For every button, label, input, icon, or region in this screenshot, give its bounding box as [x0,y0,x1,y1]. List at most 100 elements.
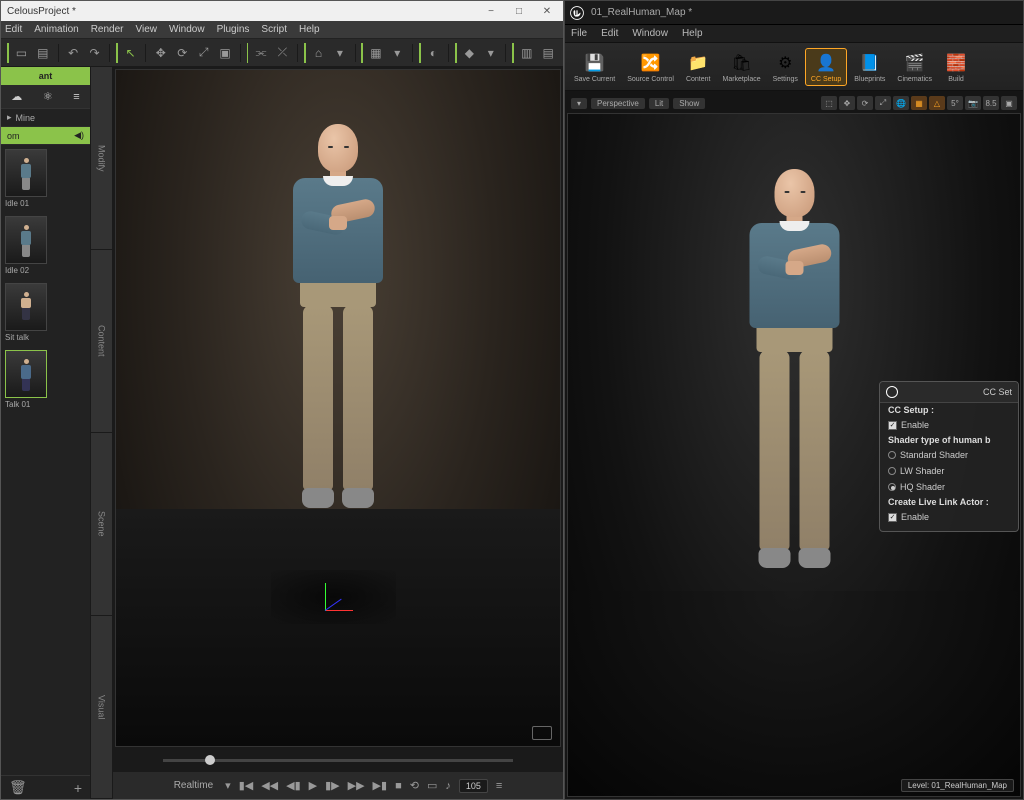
transform-rotate-icon[interactable]: ⟳ [857,96,873,110]
play-icon[interactable]: ▶ [309,779,317,792]
record-icon[interactable]: ▭ [427,779,437,792]
blueprints-button[interactable]: 📘Blueprints [849,49,890,85]
snap-angle-icon[interactable]: △ [929,96,945,110]
menu-view[interactable]: View [136,24,158,35]
shader-option-standard[interactable]: Standard Shader [880,447,1018,463]
frame-field[interactable]: 105 [459,779,488,793]
angle-snap-value[interactable]: 5° [947,96,963,110]
transform-scale-icon[interactable]: ⤢ [875,96,891,110]
menu-help[interactable]: Help [299,24,320,35]
viewport-options-button[interactable]: ▾ [571,98,587,109]
save-icon[interactable]: ▤ [34,43,51,63]
stop-icon[interactable]: ■ [395,780,402,792]
coord-space-icon[interactable]: 🌐 [893,96,909,110]
light-icon[interactable]: ◐ [425,43,442,63]
tab-scene[interactable]: Scene [91,433,112,616]
message-icon[interactable] [532,726,552,740]
wireframe-icon[interactable]: ▥ [518,43,535,63]
next-frame-icon[interactable]: ▶▶ [348,779,365,792]
menu-help[interactable]: Help [682,28,703,39]
show-dropdown[interactable]: Show [673,98,705,109]
prev-frame-icon[interactable]: ◀◀ [261,779,278,792]
shader-option-hq[interactable]: HQ Shader [880,479,1018,495]
cloud-icon[interactable]: ☁ [11,90,22,103]
source-control-button[interactable]: 🔀Source Control [622,49,679,85]
menu-file[interactable]: File [571,28,587,39]
last-frame-icon[interactable]: ▶▮ [373,779,388,792]
gizmo-x-axis[interactable] [325,610,353,611]
gizmo-y-axis[interactable] [325,583,326,611]
shader-option-lw[interactable]: LW Shader [880,463,1018,479]
menu-script[interactable]: Script [261,24,287,35]
first-frame-icon[interactable]: ▮◀ [239,779,254,792]
list-item[interactable]: Idle 01 [5,149,86,208]
cc-setup-button[interactable]: 👤CC Setup [805,48,847,86]
marketplace-button[interactable]: 🛍Marketplace [717,49,765,85]
home-icon[interactable]: ⌂ [310,43,327,63]
snap-grid-icon[interactable]: ▦ [911,96,927,110]
add-icon[interactable]: + [74,780,82,796]
link-icon[interactable]: ⫘ [252,43,269,63]
grid-icon[interactable]: ▦ [367,43,384,63]
menu-animation[interactable]: Animation [34,24,78,35]
audio-icon[interactable]: ♪ [445,780,451,792]
transform-gizmo[interactable] [325,581,355,611]
transform-select-icon[interactable]: ⬚ [821,96,837,110]
perspective-dropdown[interactable]: Perspective [591,98,645,109]
chevron-down-icon[interactable]: ▾ [225,779,231,792]
open-icon[interactable]: ▭ [13,43,30,63]
folder-row-active[interactable]: om◀) [1,127,90,145]
list-item[interactable]: Talk 01 [5,350,86,409]
viewport-3d[interactable] [115,69,561,747]
rotate-icon[interactable]: ⟳ [174,43,191,63]
tab-content[interactable]: Content [91,250,112,433]
tab-visual[interactable]: Visual [91,616,112,799]
enable-checkbox-row[interactable]: ✓Enable [880,417,1018,433]
menu-window[interactable]: Window [632,28,668,39]
render-icon[interactable]: ▾ [482,43,499,63]
checkbox-icon[interactable]: ✓ [888,421,897,430]
radio-icon[interactable] [888,467,896,475]
folder-row[interactable]: ▸Mine [1,109,90,127]
close-button[interactable]: ✕ [537,4,557,18]
scale-icon[interactable]: ⤢ [195,43,212,63]
camera-speed-icon[interactable]: 📷 [965,96,981,110]
step-fwd-icon[interactable]: ▮▶ [325,779,340,792]
checkbox-icon[interactable]: ✓ [888,513,897,522]
content-button[interactable]: 📁Content [681,49,716,85]
build-button[interactable]: 🧱Build [939,49,973,85]
tab-modify[interactable]: Modify [91,67,112,250]
slider-handle[interactable] [205,755,215,765]
settings-button[interactable]: ⚙Settings [768,49,803,85]
undo-icon[interactable]: ↶ [64,43,81,63]
shadow-icon[interactable]: ◆ [461,43,478,63]
option-icon[interactable]: ▾ [389,43,406,63]
playback-mode[interactable]: Realtime [174,780,217,791]
timeline-icon[interactable]: ≡ [496,780,502,792]
layers-icon[interactable]: ≡ [73,91,79,103]
unlink-icon[interactable]: ⤫ [274,43,291,63]
transform-move-icon[interactable]: ✥ [839,96,855,110]
transform-icon[interactable]: ▣ [216,43,233,63]
maximize-viewport-icon[interactable]: ▣ [1001,96,1017,110]
minimize-button[interactable]: − [481,4,501,18]
radio-icon[interactable] [888,451,896,459]
menu-edit[interactable]: Edit [5,24,22,35]
delete-icon[interactable]: 🗑 [9,779,27,796]
atom-icon[interactable]: ⚛ [43,90,53,103]
move-icon[interactable]: ✥ [152,43,169,63]
loop-icon[interactable]: ⟲ [410,779,419,792]
camera-icon[interactable]: ▾ [331,43,348,63]
redo-icon[interactable]: ↷ [86,43,103,63]
lit-dropdown[interactable]: Lit [649,98,669,109]
select-icon[interactable]: ↖ [122,43,139,63]
list-item[interactable]: Sit talk [5,283,86,342]
radio-icon[interactable] [888,483,896,491]
menu-window[interactable]: Window [169,24,205,35]
cinematics-button[interactable]: 🎬Cinematics [892,49,937,85]
menu-edit[interactable]: Edit [601,28,618,39]
step-back-icon[interactable]: ◀▮ [286,779,301,792]
maximize-button[interactable]: □ [509,4,529,18]
save-current-button[interactable]: 💾Save Current [569,49,620,85]
livelink-checkbox-row[interactable]: ✓Enable [880,509,1018,525]
